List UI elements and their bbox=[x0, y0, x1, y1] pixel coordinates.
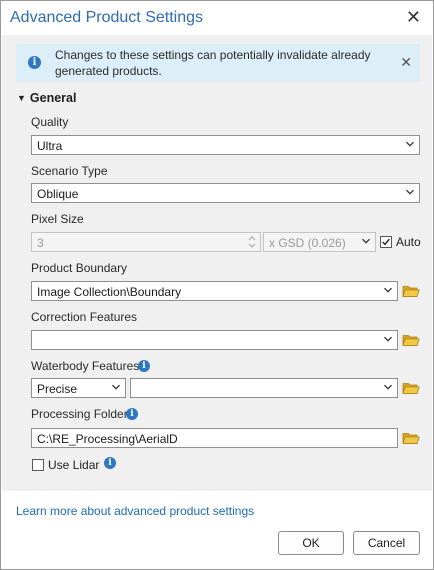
advanced-product-settings-dialog: Advanced Product Settings ✕ i Changes to… bbox=[0, 0, 434, 570]
ok-button[interactable]: OK bbox=[278, 531, 344, 555]
chevron-down-icon bbox=[384, 383, 392, 391]
pixel-unit-value: x GSD (0.026) bbox=[269, 236, 346, 250]
quality-label: Quality bbox=[31, 115, 69, 129]
browse-folder-icon[interactable] bbox=[402, 431, 420, 445]
info-icon[interactable]: i bbox=[104, 457, 116, 469]
section-label: General bbox=[29, 91, 77, 105]
quality-value: Ultra bbox=[37, 139, 63, 153]
learn-more-link[interactable]: Learn more about advanced product settin… bbox=[16, 504, 254, 518]
title-bar: Advanced Product Settings ✕ bbox=[1, 1, 433, 35]
cancel-button[interactable]: Cancel bbox=[353, 531, 420, 555]
browse-folder-icon[interactable] bbox=[402, 333, 420, 347]
spinner-icon bbox=[248, 236, 256, 248]
product-boundary-value: Image Collection\Boundary bbox=[37, 285, 182, 299]
banner-close-icon[interactable]: ✕ bbox=[400, 54, 412, 71]
quality-dropdown[interactable]: Ultra bbox=[31, 135, 420, 155]
auto-label: Auto bbox=[396, 235, 421, 249]
checkmark-icon bbox=[382, 238, 390, 246]
info-icon: i bbox=[28, 56, 41, 69]
chevron-down-icon bbox=[406, 140, 414, 148]
use-lidar-label: Use Lidar bbox=[48, 458, 100, 472]
chevron-down-icon bbox=[384, 286, 392, 294]
scenario-type-dropdown[interactable]: Oblique bbox=[31, 183, 420, 203]
product-boundary-label: Product Boundary bbox=[31, 261, 128, 275]
banner-text: Changes to these settings can potentiall… bbox=[55, 48, 371, 78]
info-banner: i Changes to these settings can potentia… bbox=[16, 44, 420, 82]
scenario-type-label: Scenario Type bbox=[31, 164, 108, 178]
chevron-down-icon bbox=[362, 237, 370, 245]
waterbody-mode-dropdown[interactable]: Precise bbox=[31, 378, 126, 398]
product-boundary-dropdown[interactable]: Image Collection\Boundary bbox=[31, 281, 398, 301]
info-icon[interactable]: i bbox=[138, 360, 150, 372]
pixel-size-label: Pixel Size bbox=[31, 212, 84, 226]
scenario-type-value: Oblique bbox=[37, 187, 79, 201]
settings-panel: i Changes to these settings can potentia… bbox=[2, 35, 432, 491]
chevron-down-icon bbox=[112, 383, 120, 391]
auto-checkbox[interactable] bbox=[380, 236, 392, 248]
waterbody-features-dropdown[interactable] bbox=[130, 378, 398, 398]
browse-folder-icon[interactable] bbox=[402, 381, 420, 395]
processing-folder-label: Processing Folder bbox=[31, 407, 128, 421]
chevron-down-icon bbox=[384, 335, 392, 343]
processing-folder-input[interactable]: C:\RE_Processing\AerialD bbox=[31, 428, 398, 448]
collapse-chevron-icon: ▼ bbox=[17, 93, 26, 103]
correction-features-dropdown[interactable] bbox=[31, 330, 398, 350]
waterbody-features-label: Waterbody Features bbox=[31, 359, 140, 373]
dialog-title: Advanced Product Settings bbox=[10, 9, 204, 26]
pixel-size-value: 3 bbox=[37, 236, 44, 250]
chevron-down-icon bbox=[406, 188, 414, 196]
pixel-unit-dropdown: x GSD (0.026) bbox=[263, 232, 376, 252]
pixel-size-input: 3 bbox=[31, 232, 261, 252]
info-icon[interactable]: i bbox=[126, 408, 138, 420]
general-section-header[interactable]: ▼ General bbox=[17, 91, 76, 105]
processing-folder-value: C:\RE_Processing\AerialD bbox=[37, 432, 178, 446]
close-icon[interactable]: ✕ bbox=[406, 7, 421, 27]
browse-folder-icon[interactable] bbox=[402, 284, 420, 298]
correction-features-label: Correction Features bbox=[31, 310, 138, 324]
use-lidar-checkbox[interactable] bbox=[32, 459, 44, 471]
waterbody-mode-value: Precise bbox=[37, 382, 78, 396]
